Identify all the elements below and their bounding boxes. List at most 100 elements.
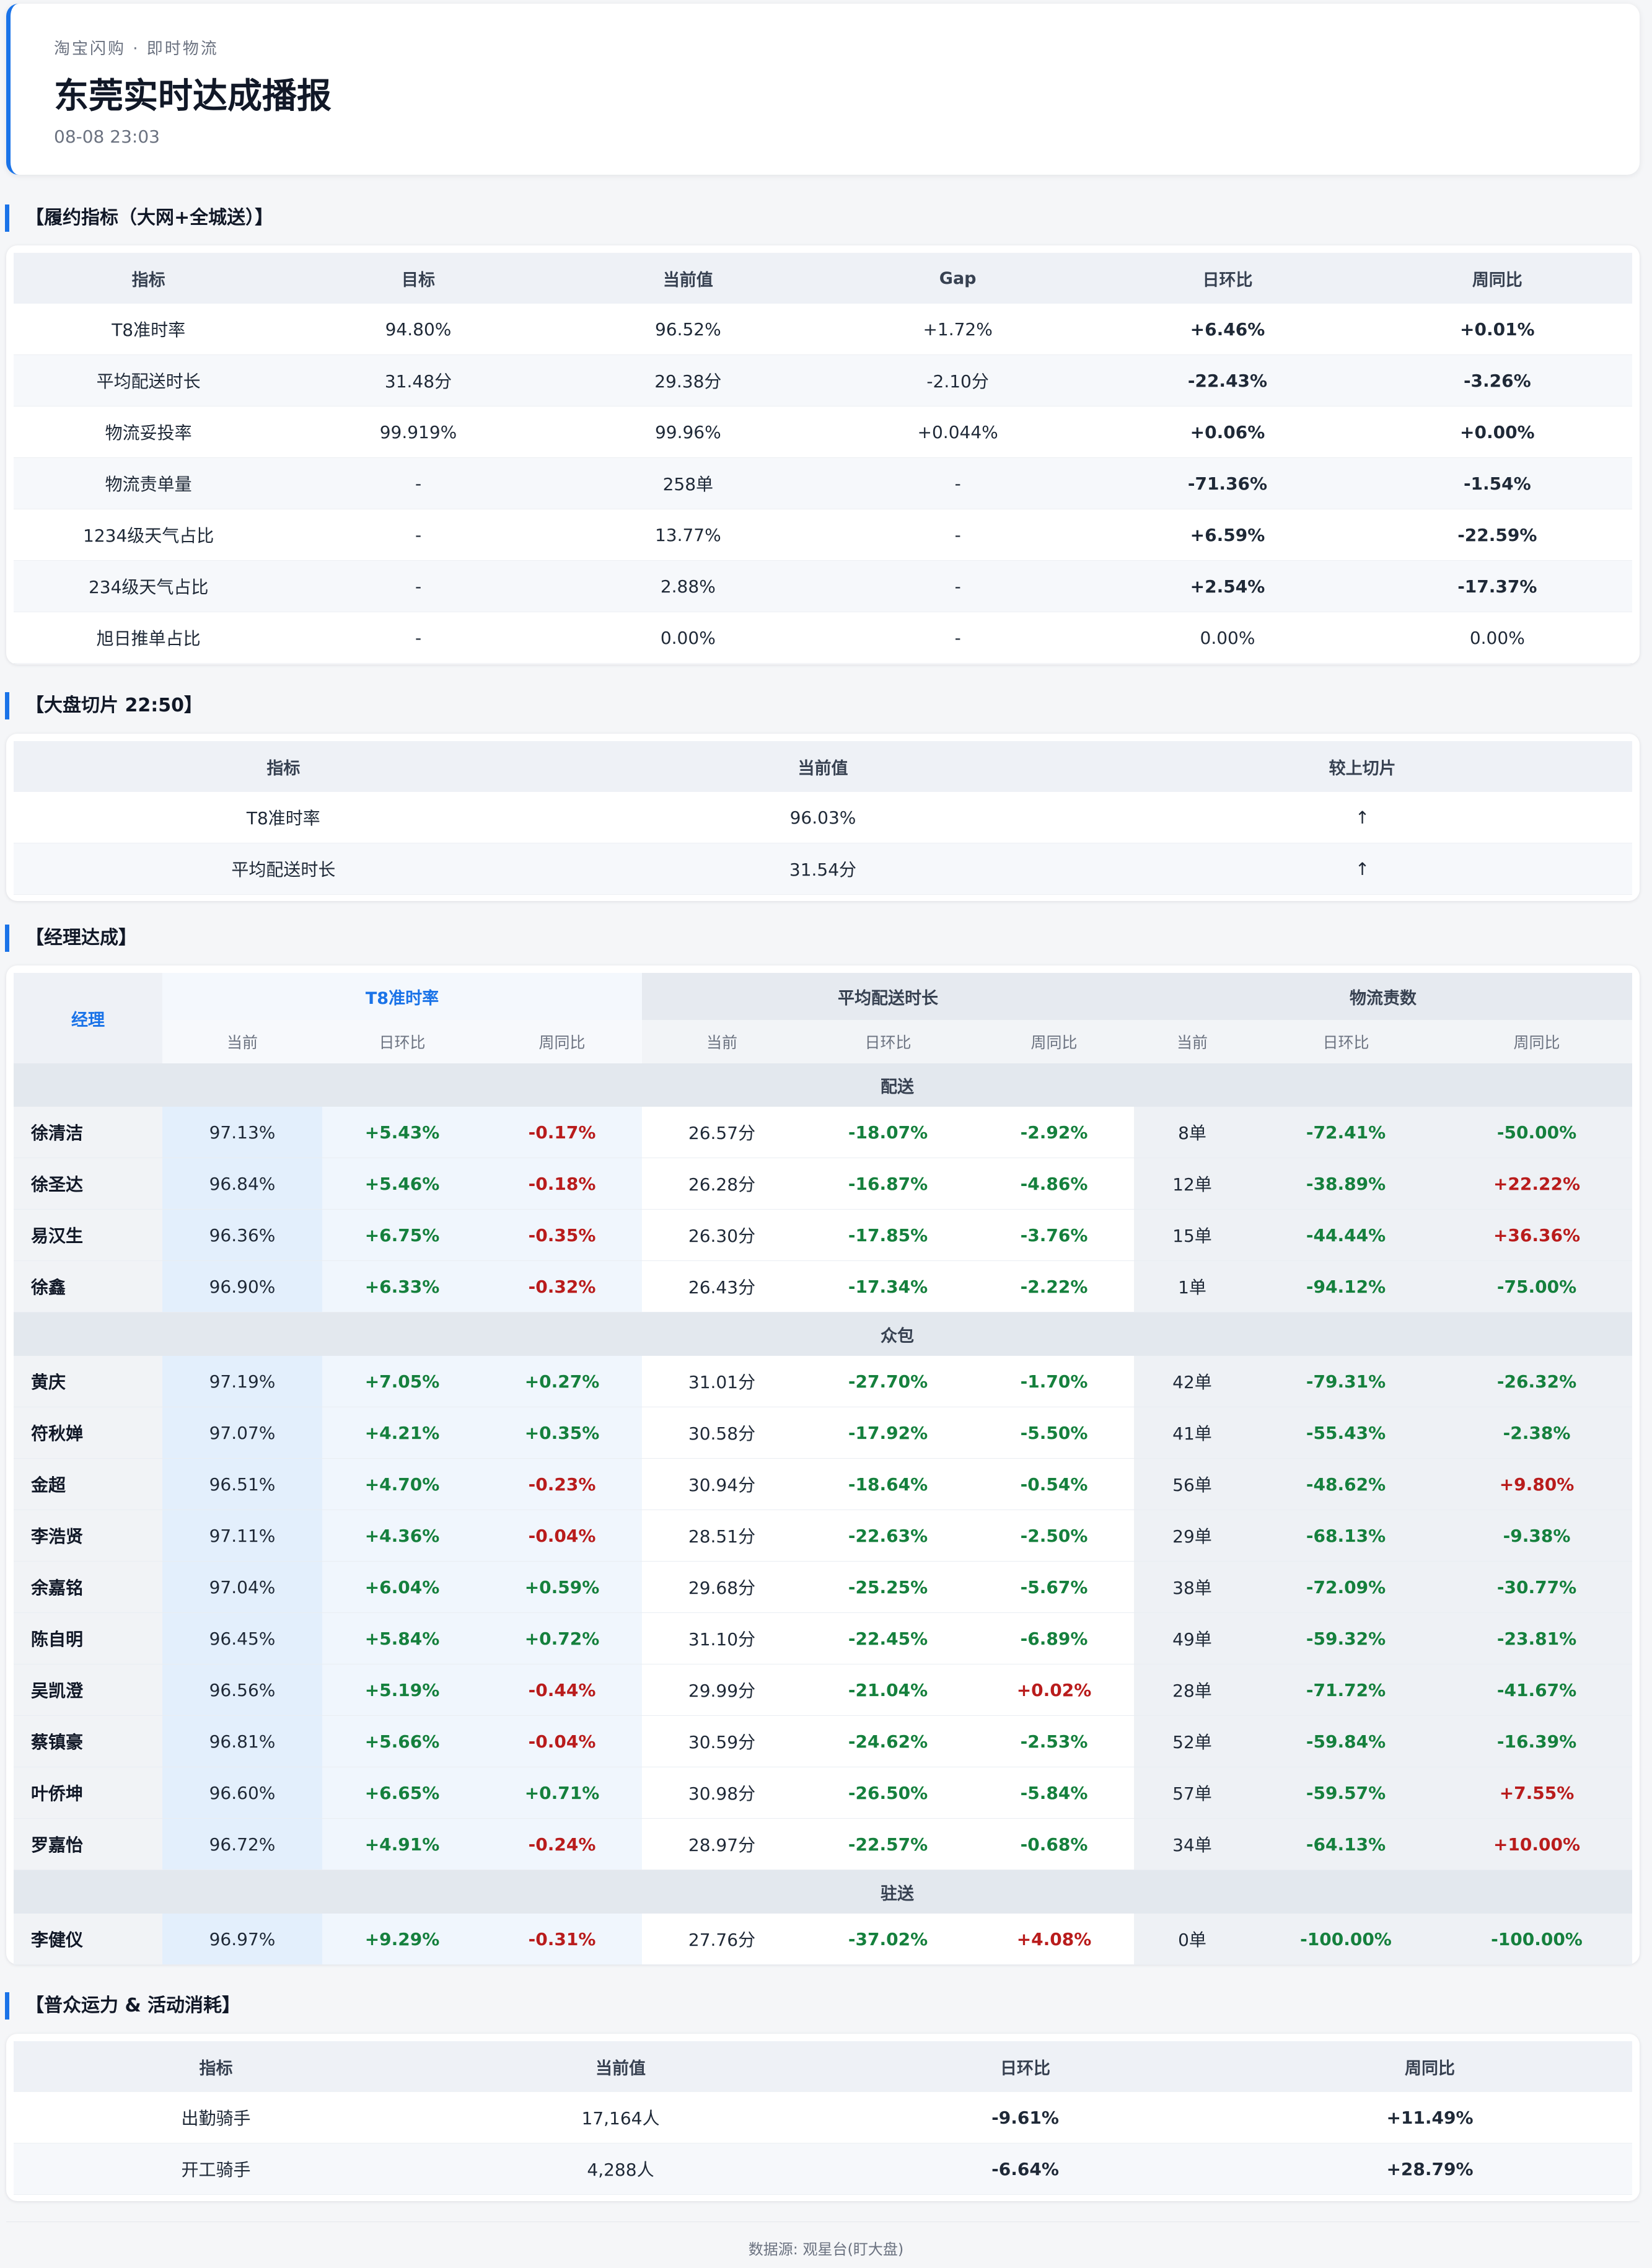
manager-row: 叶侨坤 96.60% +6.65% +0.71% 30.98分 -26.50% -5.84%…: [14, 1767, 1632, 1819]
manager-cell: 0单: [1134, 1914, 1250, 1965]
fulfillment-cell: -22.59%: [1362, 509, 1632, 561]
slice-card: 指标 当前值 较上切片 T8准时率 96.03% ↑ 平均配送时长 31.54分 ↑: [6, 734, 1640, 901]
manager-cell: -59.32%: [1250, 1612, 1441, 1664]
manager-cell: -2.53%: [974, 1715, 1134, 1767]
manager-cell: 96.36%: [162, 1209, 322, 1261]
manager-cell: 26.57分: [642, 1107, 802, 1158]
manager-group-label: 配送: [162, 1063, 1632, 1107]
manager-cell: +6.04%: [322, 1561, 482, 1613]
manager-cell: -79.31%: [1250, 1356, 1441, 1407]
manager-cell: -26.50%: [802, 1767, 974, 1819]
manager-cell: -30.77%: [1441, 1561, 1632, 1613]
managers-subcol-header: 当前: [1134, 1020, 1250, 1063]
manager-cell: 26.43分: [642, 1260, 802, 1312]
manager-cell: +5.43%: [322, 1107, 482, 1158]
manager-cell: 96.90%: [162, 1260, 322, 1312]
slice-cell: 96.03%: [553, 792, 1093, 843]
manager-name: 李健仪: [14, 1914, 162, 1965]
manager-cell: 49单: [1134, 1612, 1250, 1664]
manager-cell: +0.71%: [482, 1767, 642, 1819]
manager-cell: +10.00%: [1441, 1818, 1632, 1870]
manager-row: 符秋婵 97.07% +4.21% +0.35% 30.58分 -17.92% -5.50%…: [14, 1407, 1632, 1459]
manager-cell: -38.89%: [1250, 1158, 1441, 1210]
manager-cell: 8单: [1134, 1107, 1250, 1158]
manager-cell: 96.97%: [162, 1914, 322, 1965]
manager-cell: +4.21%: [322, 1407, 482, 1459]
manager-cell: -0.23%: [482, 1458, 642, 1510]
managers-subcol-header: 日环比: [802, 1020, 974, 1063]
fulfillment-row: 物流妥投率 99.919% 99.96% +0.044% +0.06% +0.00%: [14, 406, 1632, 458]
fulfillment-cell: -: [283, 560, 553, 612]
manager-cell: -22.63%: [802, 1510, 974, 1562]
manager-cell: -2.38%: [1441, 1407, 1632, 1459]
managers-subcol-header: 周同比: [482, 1020, 642, 1063]
group-header-avg-time: 平均配送时长: [642, 973, 1134, 1020]
manager-cell: -27.70%: [802, 1356, 974, 1407]
managers-subcol-header: 周同比: [1441, 1020, 1632, 1063]
fulfillment-cell: +0.01%: [1362, 304, 1632, 355]
manager-cell: -22.45%: [802, 1612, 974, 1664]
manager-cell: -0.17%: [482, 1107, 642, 1158]
manager-cell: -72.41%: [1250, 1107, 1441, 1158]
manager-cell: 29单: [1134, 1510, 1250, 1562]
manager-name: 易汉生: [14, 1209, 162, 1261]
fulfillment-cell: 31.48分: [283, 354, 553, 407]
manager-cell: +6.33%: [322, 1260, 482, 1312]
fulfillment-col-header: 目标: [283, 253, 553, 304]
manager-cell: 96.60%: [162, 1767, 322, 1819]
capacity-col-header: 日环比: [823, 2041, 1228, 2092]
slice-header-row: 指标 当前值 较上切片: [14, 741, 1632, 792]
fulfillment-cell: -: [822, 509, 1093, 561]
fulfillment-cell: 1234级天气占比: [14, 509, 284, 561]
fulfillment-cell: 0.00%: [1362, 612, 1632, 664]
manager-cell: -16.87%: [802, 1158, 974, 1210]
manager-row: 徐清洁 97.13% +5.43% -0.17% 26.57分 -18.07% -2.92%…: [14, 1107, 1632, 1158]
slice-col-header: 较上切片: [1092, 741, 1632, 792]
manager-name: 金超: [14, 1458, 162, 1510]
slice-row: T8准时率 96.03% ↑: [14, 792, 1632, 843]
manager-cell: -17.34%: [802, 1260, 974, 1312]
fulfillment-cell: -3.26%: [1362, 354, 1632, 407]
manager-cell: 26.30分: [642, 1209, 802, 1261]
capacity-row: 出勤骑手 17,164人 -9.61% +11.49%: [14, 2092, 1632, 2143]
manager-cell: -100.00%: [1441, 1914, 1632, 1965]
manager-group-row: 驻送: [14, 1870, 1632, 1914]
fulfillment-cell: +0.044%: [822, 406, 1093, 458]
capacity-col-header: 周同比: [1228, 2041, 1632, 2092]
manager-cell: 29.68分: [642, 1561, 802, 1613]
manager-cell: -0.54%: [974, 1458, 1134, 1510]
manager-cell: 1单: [1134, 1260, 1250, 1312]
manager-cell: +0.02%: [974, 1664, 1134, 1716]
fulfillment-row: 物流责单量 -258单 - -71.36% -1.54%: [14, 457, 1632, 509]
manager-cell: -6.89%: [974, 1612, 1134, 1664]
fulfillment-row: 1234级天气占比 -13.77% - +6.59% -22.59%: [14, 509, 1632, 561]
footer-source: 数据源: 观星台(盯大盘): [748, 2241, 904, 2258]
manager-row: 黄庆 97.19% +7.05% +0.27% 31.01分 -27.70% -1.70% 4…: [14, 1356, 1632, 1407]
managers-subcol-header: 周同比: [974, 1020, 1134, 1063]
capacity-cell: +28.79%: [1228, 2143, 1632, 2195]
manager-cell: -23.81%: [1441, 1612, 1632, 1664]
manager-cell: -25.25%: [802, 1561, 974, 1613]
manager-row: 吴凯澄 96.56% +5.19% -0.44% 29.99分 -21.04% +0.02%…: [14, 1664, 1632, 1716]
manager-name: 黄庆: [14, 1356, 162, 1407]
manager-name: 余嘉铭: [14, 1561, 162, 1613]
fulfillment-cell: 物流责单量: [14, 457, 284, 509]
capacity-cell: 开工骑手: [14, 2143, 418, 2195]
slice-table: 指标 当前值 较上切片 T8准时率 96.03% ↑ 平均配送时长 31.54分 ↑: [14, 741, 1632, 895]
fulfillment-cell: -: [822, 560, 1093, 612]
fulfillment-cell: -: [283, 509, 553, 561]
manager-cell: -59.57%: [1250, 1767, 1441, 1819]
fulfillment-cell: 物流妥投率: [14, 406, 284, 458]
manager-cell: +36.36%: [1441, 1209, 1632, 1261]
slice-cell: 31.54分: [553, 843, 1093, 895]
trend-up-icon: ↑: [1092, 843, 1632, 895]
manager-cell: 30.94分: [642, 1458, 802, 1510]
manager-cell: 97.11%: [162, 1510, 322, 1562]
report-timestamp: 08-08 23:03: [54, 126, 160, 147]
section-title-managers: 【经理达成】: [5, 925, 137, 952]
manager-cell: -1.70%: [974, 1356, 1134, 1407]
manager-row: 蔡镇豪 96.81% +5.66% -0.04% 30.59分 -24.62% -2.53%…: [14, 1715, 1632, 1767]
managers-subcol-header: 日环比: [322, 1020, 482, 1063]
manager-cell: -2.92%: [974, 1107, 1134, 1158]
report-page: 淘宝闪购 · 即时物流 东莞实时达成播报 08-08 23:03 【履约指标（大…: [0, 0, 1652, 2268]
